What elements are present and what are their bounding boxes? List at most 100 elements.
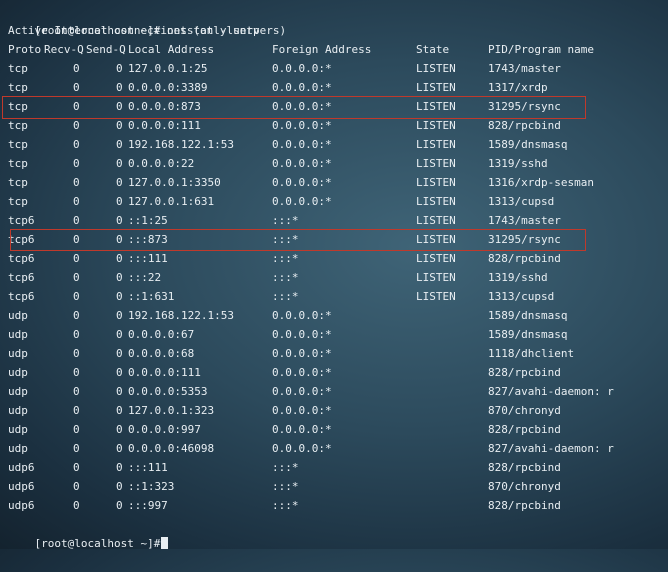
table-row: udp 0 0 0.0.0.0:997 0.0.0.0:* 828/rpcbind — [0, 420, 668, 439]
cell-sendq: 0 — [116, 385, 123, 398]
table-row: udp6 0 0::1:323:::* 870/chronyd — [0, 477, 668, 496]
cell-proto: udp — [8, 328, 28, 341]
cell-pid-program: 1743/master — [488, 62, 561, 75]
table-row: udp 0 0 0.0.0.0:46098 0.0.0.0:* 827/avahi-dae… — [0, 439, 668, 458]
table-row: tcp 0 0 0.0.0.0:3389 0.0.0.0:* LISTEN 1317/xrd… — [0, 78, 668, 97]
table-row: tcp 0 0 127.0.0.1:631 0.0.0.0:* LISTEN 1313/cu… — [0, 192, 668, 211]
cell-sendq: 0 — [116, 480, 123, 493]
cell-proto: tcp — [8, 62, 28, 75]
cell-proto: udp6 — [8, 499, 35, 512]
cell-pid-program: 827/avahi-daemon: r — [488, 442, 614, 455]
header-proto: Proto — [8, 43, 42, 56]
terminal-window[interactable]: [root@localhost ~]# netstat -luntp Activ… — [0, 0, 668, 550]
cell-local-address: :::22 — [128, 271, 162, 284]
cell-proto: tcp — [8, 81, 28, 94]
cell-local-address: 0.0.0.0:3389 — [128, 81, 208, 94]
highlight-box-tcp6-rsync — [10, 229, 586, 251]
cell-pid-program: 828/rpcbind — [488, 461, 561, 474]
cell-proto: udp — [8, 404, 28, 417]
cell-foreign-address: :::* — [272, 252, 299, 265]
cell-local-address: 127.0.0.1:323 — [128, 404, 215, 417]
header-foreign-address: Foreign Address — [272, 43, 372, 56]
cell-recvq: 0 — [73, 214, 80, 227]
header-recvq: Recv-Q — [44, 43, 84, 56]
table-row: udp6 0 0:::111:::* 828/rpcbind — [0, 458, 668, 477]
cell-state: LISTEN — [416, 138, 456, 151]
table-row: tcp 0 0 127.0.0.1:25 0.0.0.0:* LISTEN 1743/mas… — [0, 59, 668, 78]
cell-local-address: :::997 — [128, 499, 168, 512]
cell-pid-program: 1317/xrdp — [488, 81, 548, 94]
cell-pid-program: 828/rpcbind — [488, 252, 561, 265]
cell-recvq: 0 — [73, 328, 80, 341]
cell-recvq: 0 — [73, 252, 80, 265]
cell-local-address: 0.0.0.0:111 — [128, 366, 201, 379]
cell-sendq: 0 — [116, 423, 123, 436]
cell-state: LISTEN — [416, 81, 456, 94]
cell-state: LISTEN — [416, 214, 456, 227]
cell-recvq: 0 — [73, 442, 80, 455]
cell-local-address: 127.0.0.1:631 — [128, 195, 215, 208]
cell-recvq: 0 — [73, 195, 80, 208]
table-header: Proto Recv-Q Send-Q Local Address Foreig… — [0, 40, 668, 59]
cell-recvq: 0 — [73, 385, 80, 398]
cell-state: LISTEN — [416, 195, 456, 208]
table-row: udp 0 0 0.0.0.0:111 0.0.0.0:* 828/rpcbind — [0, 363, 668, 382]
cell-sendq: 0 — [116, 309, 123, 322]
cell-pid-program: 1118/dhclient — [488, 347, 575, 360]
cell-proto: tcp — [8, 176, 28, 189]
table-row: udp 0 0 0.0.0.0:5353 0.0.0.0:* 827/avahi-daem… — [0, 382, 668, 401]
cell-foreign-address: 0.0.0.0:* — [272, 309, 332, 322]
header-sendq: Send-Q — [86, 43, 126, 56]
cell-recvq: 0 — [73, 404, 80, 417]
cell-proto: udp — [8, 366, 28, 379]
cell-pid-program: 827/avahi-daemon: r — [488, 385, 614, 398]
cell-pid-program: 1319/sshd — [488, 157, 548, 170]
cell-recvq: 0 — [73, 157, 80, 170]
cell-sendq: 0 — [116, 404, 123, 417]
cell-recvq: 0 — [73, 271, 80, 284]
cell-pid-program: 1589/dnsmasq — [488, 309, 568, 322]
final-prompt-line[interactable]: [root@localhost ~]# — [8, 515, 169, 550]
cell-foreign-address: :::* — [272, 480, 299, 493]
table-row: udp 0 0 0.0.0.0:67 0.0.0.0:* 1589/dnsmasq — [0, 325, 668, 344]
cell-local-address: 0.0.0.0:997 — [128, 423, 201, 436]
cell-sendq: 0 — [116, 366, 123, 379]
cell-state: LISTEN — [416, 271, 456, 284]
cell-recvq: 0 — [73, 309, 80, 322]
cell-foreign-address: 0.0.0.0:* — [272, 138, 332, 151]
cell-foreign-address: 0.0.0.0:* — [272, 404, 332, 417]
command-line: [root@localhost ~]# netstat -luntp — [8, 2, 260, 37]
cell-recvq: 0 — [73, 290, 80, 303]
cell-proto: udp — [8, 423, 28, 436]
table-row: tcp6 0 0::1:631:::* LISTEN 1313/cupsd — [0, 287, 668, 306]
cell-pid-program: 1589/dnsmasq — [488, 328, 568, 341]
cell-proto: udp — [8, 347, 28, 360]
cell-local-address: ::1:631 — [128, 290, 175, 303]
header-pid-program: PID/Program name — [488, 43, 594, 56]
cell-sendq: 0 — [116, 328, 123, 341]
cell-local-address: :::111 — [128, 461, 168, 474]
table-row: tcp6 0 0::1:25:::* LISTEN 1743/master — [0, 211, 668, 230]
cell-recvq: 0 — [73, 81, 80, 94]
cell-pid-program: 1316/xrdp-sesman — [488, 176, 594, 189]
cell-recvq: 0 — [73, 480, 80, 493]
cell-foreign-address: 0.0.0.0:* — [272, 423, 332, 436]
cell-local-address: 0.0.0.0:5353 — [128, 385, 208, 398]
cell-foreign-address: :::* — [272, 214, 299, 227]
cell-pid-program: 828/rpcbind — [488, 423, 561, 436]
cell-pid-program: 1319/sshd — [488, 271, 548, 284]
cell-foreign-address: 0.0.0.0:* — [272, 385, 332, 398]
cell-local-address: 192.168.122.1:53 — [128, 138, 234, 151]
cell-local-address: 192.168.122.1:53 — [128, 309, 234, 322]
cell-pid-program: 870/chronyd — [488, 404, 561, 417]
cell-state: LISTEN — [416, 176, 456, 189]
cell-foreign-address: 0.0.0.0:* — [272, 442, 332, 455]
cell-local-address: 127.0.0.1:3350 — [128, 176, 221, 189]
cell-pid-program: 828/rpcbind — [488, 499, 561, 512]
cell-proto: tcp — [8, 195, 28, 208]
cell-proto: udp — [8, 442, 28, 455]
cell-pid-program: 870/chronyd — [488, 480, 561, 493]
cell-proto: udp6 — [8, 461, 35, 474]
cell-sendq: 0 — [116, 347, 123, 360]
cell-sendq: 0 — [116, 252, 123, 265]
